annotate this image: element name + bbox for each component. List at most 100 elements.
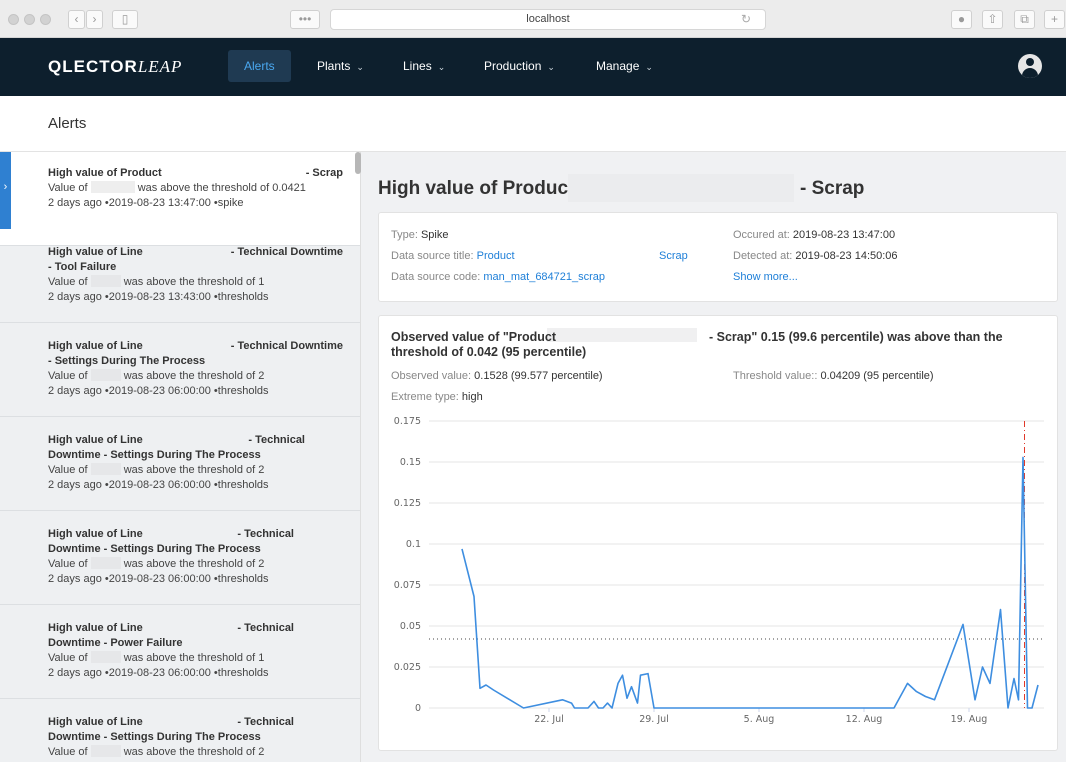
y-tick-label: 0.025	[394, 662, 421, 673]
chevron-down-icon: ⌄	[645, 62, 653, 72]
alert-list-scrollbar[interactable]	[355, 152, 361, 174]
alert-item[interactable]: High value of Line - Technical Downtime -…	[0, 511, 360, 605]
nav-lines-label: Lines	[403, 59, 432, 73]
alert-meta: 2 days ago •2019-08-23 06:00:00 •thresho…	[48, 479, 269, 491]
y-tick-label: 0.05	[400, 621, 421, 632]
browser-toolbar: ‹ › ▯ ••• localhost ↻ ● ⇧ ⧉ +	[0, 0, 1066, 38]
alert-title: High value of Line - Technical	[48, 434, 305, 446]
alert-item[interactable]: High value of Line - Technical Downtime -…	[0, 417, 360, 511]
alert-item[interactable]: High value of Line - Technical Downtime -…	[0, 605, 360, 699]
alert-item[interactable]: High value of Line - Technical Downtime -…	[0, 229, 360, 323]
alert-meta: 2 days ago •2019-08-23 06:00:00 •thresho…	[48, 385, 269, 397]
y-tick-label: 0.1	[406, 539, 421, 550]
nav-manage[interactable]: Manage ⌄	[580, 50, 669, 82]
chevron-right-icon: ›	[0, 152, 11, 229]
top-navbar: QLECTORLEAP Alerts Plants ⌄ Lines ⌄ Produc…	[0, 38, 1066, 96]
nav-production-label: Production	[484, 59, 542, 73]
nav-alerts-label: Alerts	[244, 59, 275, 73]
address-bar[interactable]: localhost ↻	[330, 9, 766, 30]
observation-card: Observed value of "Product - Scrap" 0.15 …	[378, 315, 1058, 751]
alert-title-line2: Downtime - Settings During The Process	[48, 731, 261, 743]
x-tick-label: 5. Aug	[744, 714, 775, 725]
alert-value: Value of was above the threshold of 2	[48, 463, 265, 476]
y-tick-label: 0	[415, 703, 421, 714]
nav-production[interactable]: Production ⌄	[468, 50, 571, 82]
alert-title-line2: - Tool Failure	[48, 261, 117, 273]
observation-chart: 0 0.025 0.05 0.075 0.1 0.125 0.15 0.175 22. Jul 2…	[394, 416, 1044, 725]
occured-at-field: Occured at: 2019-08-23 13:47:00	[733, 229, 896, 241]
alert-title-line2: Downtime - Power Failure	[48, 637, 183, 649]
alert-value: Value of was above the threshold of 1	[48, 275, 265, 288]
extensions-icon[interactable]: •••	[290, 10, 320, 29]
y-tick-label: 0.075	[394, 580, 421, 591]
tabs-icon[interactable]: ⧉	[1014, 10, 1035, 29]
brand-logo[interactable]: QLECTORLEAP	[48, 57, 182, 77]
y-tick-label: 0.175	[394, 416, 421, 427]
type-field: Type: Spike	[391, 229, 449, 241]
new-tab-icon[interactable]: +	[1044, 10, 1065, 29]
alert-item[interactable]: High value of Line - Technical Downtime -…	[0, 323, 360, 417]
page-header: Alerts	[0, 96, 1066, 152]
redacted-product-name	[568, 174, 794, 202]
detected-at-field: Detected at: 2019-08-23 14:50:06	[733, 250, 898, 262]
minimize-window-icon[interactable]	[24, 14, 35, 25]
chevron-down-icon: ⌄	[356, 62, 364, 72]
alert-value: Value of was above the threshold of 1	[48, 651, 265, 664]
alert-title: High value of Product - Scrap	[48, 167, 343, 179]
data-source-title-field: Data source title: Product	[391, 250, 515, 262]
series-line	[461, 456, 1039, 709]
x-tick-label: 12. Aug	[846, 714, 883, 725]
url-text: localhost	[526, 13, 570, 25]
alert-title: High value of Line - Technical Downtime	[48, 246, 343, 258]
alert-title: High value of Line - Technical	[48, 528, 294, 540]
alert-title: High value of Line - Technical	[48, 716, 294, 728]
privacy-icon[interactable]: ●	[951, 10, 972, 29]
close-window-icon[interactable]	[8, 14, 19, 25]
share-icon[interactable]: ⇧	[982, 10, 1003, 29]
alert-title: High value of Line - Technical Downtime	[48, 340, 343, 352]
nav-plants-label: Plants	[317, 59, 351, 73]
forward-icon[interactable]: ›	[86, 10, 103, 29]
alert-value: Value of was above the threshold of 2	[48, 745, 265, 758]
alert-value: Value of was above the threshold of 0.04…	[48, 181, 306, 194]
observed-value-field: Observed value: 0.1528 (99.577 percentil…	[391, 370, 603, 382]
alert-details-card: Type: Spike Data source title: Product S…	[378, 212, 1058, 302]
alert-title-line2: Downtime - Settings During The Process	[48, 543, 261, 555]
threshold-value-field: Threshold value:: 0.04209 (95 percentile…	[733, 370, 934, 382]
nav-alerts[interactable]: Alerts	[228, 50, 291, 82]
reload-icon[interactable]: ↻	[741, 10, 751, 29]
user-avatar-icon[interactable]	[1018, 54, 1042, 78]
y-tick-label: 0.15	[400, 457, 421, 468]
show-more-link[interactable]: Show more...	[733, 271, 798, 283]
alert-value: Value of was above the threshold of 2	[48, 369, 265, 382]
sidebar-toggle-icon[interactable]: ▯	[112, 10, 138, 29]
y-tick-label: 0.125	[394, 498, 421, 509]
extreme-type-field: Extreme type: high	[391, 391, 483, 403]
nav-plants[interactable]: Plants ⌄	[301, 50, 380, 82]
x-tick-label: 22. Jul	[534, 714, 564, 725]
observation-title: Observed value of "Product - Scrap" 0.15 …	[391, 330, 1003, 359]
brand-strong: QLECTOR	[48, 57, 138, 76]
alert-meta: 2 days ago •2019-08-23 06:00:00 •thresho…	[48, 667, 269, 679]
detail-title-suffix: - Scrap	[800, 178, 865, 199]
alert-meta: 2 days ago •2019-08-23 06:00:00 •thresho…	[48, 573, 269, 585]
data-source-title-link[interactable]: Scrap	[659, 250, 688, 262]
alert-item[interactable]: High value of Line - Technical Downtime -…	[0, 699, 360, 762]
chevron-down-icon: ⌄	[547, 62, 555, 72]
data-source-code-link[interactable]: man_mat_684721_scrap	[483, 271, 605, 283]
alert-value: Value of was above the threshold of 2	[48, 557, 265, 570]
nav-manage-label: Manage	[596, 59, 640, 73]
alert-meta: 2 days ago •2019-08-23 13:47:00 •spike	[48, 197, 244, 209]
alert-list: › High value of Product - Scrap Value of …	[0, 152, 361, 762]
brand-light: LEAP	[137, 57, 183, 76]
back-icon[interactable]: ‹	[68, 10, 85, 29]
alert-title-line2: Downtime - Settings During The Process	[48, 449, 261, 461]
nav-lines[interactable]: Lines ⌄	[387, 50, 461, 82]
alert-title-line2: - Settings During The Process	[48, 355, 206, 367]
alert-title: High value of Line - Technical	[48, 622, 294, 634]
x-tick-label: 19. Aug	[951, 714, 988, 725]
data-source-code-field: Data source code: man_mat_684721_scrap	[391, 271, 606, 283]
x-tick-label: 29. Jul	[639, 714, 669, 725]
page-title: Alerts	[48, 115, 87, 132]
maximize-window-icon[interactable]	[40, 14, 51, 25]
